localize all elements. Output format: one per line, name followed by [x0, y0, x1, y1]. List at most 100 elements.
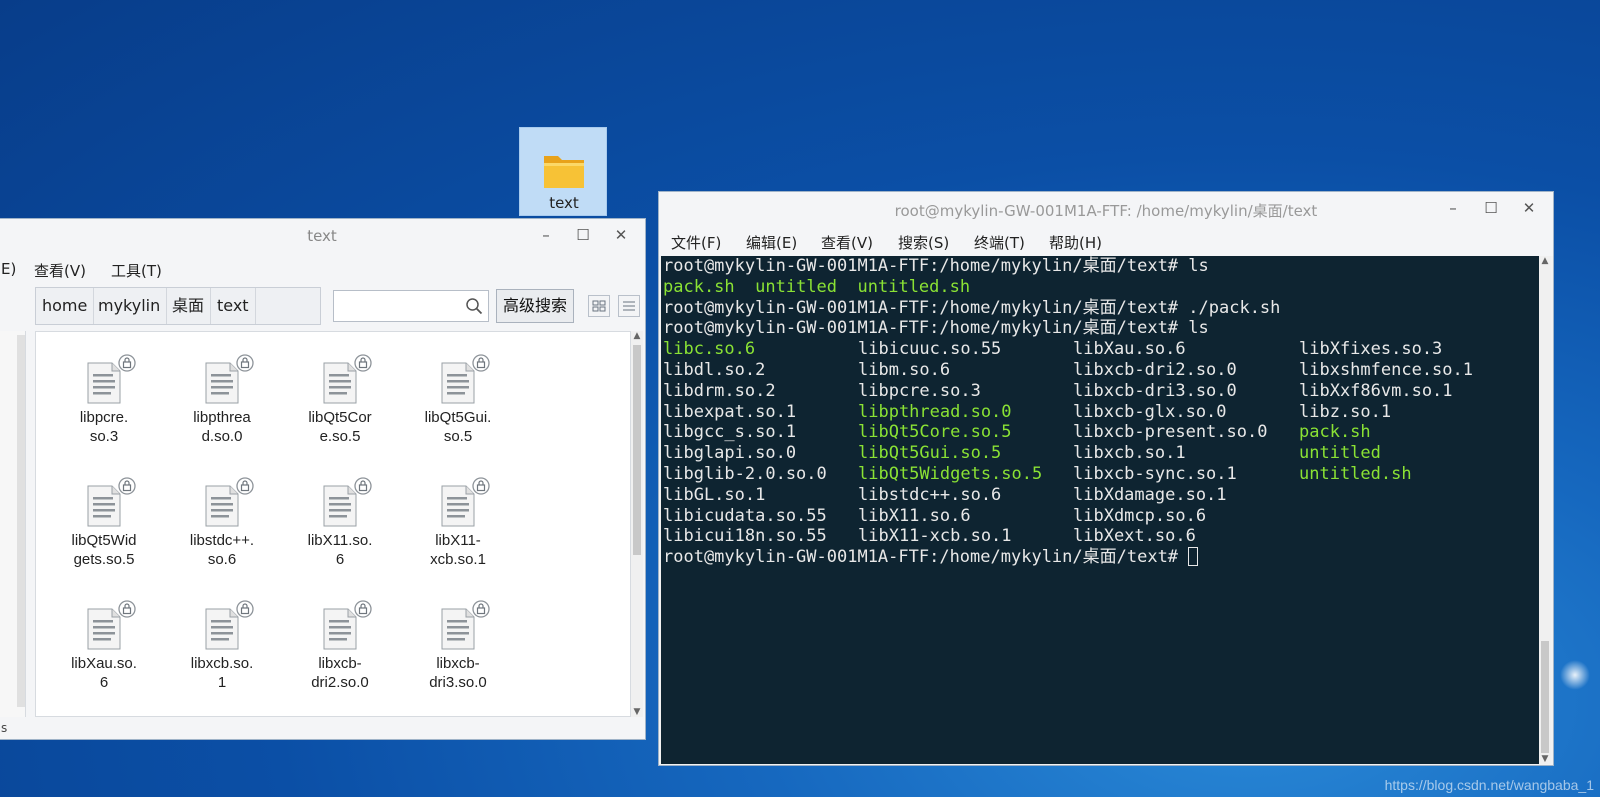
ls-entry: libXxf86vm.so.1	[1299, 380, 1453, 401]
file-manager-titlebar[interactable]: text – ☐ ✕	[0, 219, 645, 255]
document-icon	[205, 485, 239, 527]
menu-file[interactable]: 文件(F)	[671, 232, 721, 253]
ls-entry: libxcb-dri2.so.0	[1073, 360, 1237, 380]
document-icon	[441, 485, 475, 527]
close-button[interactable]: ✕	[611, 225, 631, 245]
lock-icon	[236, 354, 254, 372]
menu-view[interactable]: 查看(V)	[821, 232, 873, 253]
terminal-line-ls1: pack.sh untitled untitled.sh	[663, 277, 970, 298]
scroll-down-arrow[interactable]: ▼	[632, 707, 642, 717]
ls-entry: libicuuc.so.55	[858, 339, 1002, 360]
file-item[interactable]: libXau.so. 6	[54, 590, 154, 700]
desktop-folder-text[interactable]: text	[519, 127, 607, 216]
file-item[interactable]: libX11- xcb.so.1	[408, 467, 508, 577]
file-name-line: libstdc++.	[189, 532, 255, 549]
file-name-line: libpthrea	[193, 409, 251, 426]
lock-icon	[354, 477, 372, 495]
terminal-line-prompt: root@mykylin-GW-001M1A-FTF:/home/mykylin…	[663, 547, 1199, 568]
menu-tools[interactable]: 工具(T)	[111, 260, 162, 281]
terminal-scrollbar[interactable]: ▲ ▼	[1539, 256, 1551, 764]
terminal-scroll-down[interactable]: ▼	[1540, 754, 1550, 764]
minimize-button[interactable]: –	[536, 225, 556, 245]
file-view: libpcre. so.3 libpthrea d.so.0 libQt5Cor e.so…	[35, 331, 631, 717]
file-name-line: so.3	[89, 428, 119, 445]
document-icon	[205, 608, 239, 650]
lock-icon	[118, 477, 136, 495]
breadcrumb: home mykylin 桌面 text	[35, 287, 321, 325]
file-item[interactable]: libpcre. so.3	[54, 344, 154, 454]
file-item[interactable]: libstdc++. so.6	[172, 467, 272, 577]
ls-entry: libXfixes.so.3	[1299, 339, 1443, 360]
desktop: text text – ☐ ✕ E) 查看(V) 工具(T) home myky…	[0, 0, 1600, 797]
command: ./pack.sh	[1188, 297, 1281, 318]
search-icon	[466, 298, 483, 315]
file-item[interactable]: libxcb-dri2.so.0	[290, 590, 390, 700]
menu-search[interactable]: 搜索(S)	[898, 232, 949, 253]
terminal-screen[interactable]: root@mykylin-GW-001M1A-FTF:/home/mykylin…	[661, 256, 1539, 764]
icon-view-button[interactable]	[588, 295, 610, 317]
scroll-up-arrow[interactable]: ▲	[632, 331, 642, 341]
file-name-line: libX11-	[435, 532, 481, 549]
file-item[interactable]: libX11.so. 6	[290, 467, 390, 577]
side-panel-scrollbar[interactable]	[17, 335, 25, 707]
terminal-maximize-button[interactable]: ☐	[1481, 198, 1501, 218]
file-name: libQt5Gui. so.5	[408, 408, 508, 446]
crumb-desktop[interactable]: 桌面	[166, 288, 212, 324]
ls-entry: untitled	[755, 276, 838, 297]
file-name-line: libxcb.so.	[190, 655, 254, 672]
file-manager-window: text – ☐ ✕ E) 查看(V) 工具(T) home mykylin 桌…	[0, 218, 646, 740]
terminal-scroll-up[interactable]: ▲	[1540, 256, 1550, 266]
terminal-scroll-thumb[interactable]	[1541, 641, 1549, 753]
crumb-mykylin[interactable]: mykylin	[92, 288, 168, 324]
document-icon	[441, 608, 475, 650]
ls-entry: libxcb.so.1	[1073, 443, 1186, 464]
prompt: root@mykylin-GW-001M1A-FTF:/home/mykylin…	[663, 318, 1189, 339]
terminal-minimize-button[interactable]: –	[1443, 198, 1463, 218]
menu-edit[interactable]: E)	[1, 260, 16, 278]
terminal-titlebar[interactable]: root@mykylin-GW-001M1A-FTF: /home/mykyli…	[659, 192, 1553, 226]
file-name-line: libxcb-	[318, 655, 362, 672]
lock-icon	[472, 354, 490, 372]
file-name-line: e.so.5	[319, 428, 361, 445]
lock-icon	[236, 600, 254, 618]
search-input[interactable]	[333, 290, 489, 322]
file-item[interactable]: libpthrea d.so.0	[172, 344, 272, 454]
file-name: libQt5Wid gets.so.5	[54, 531, 154, 569]
maximize-button[interactable]: ☐	[573, 225, 593, 245]
menu-help[interactable]: 帮助(H)	[1049, 232, 1102, 253]
file-item[interactable]: libQt5Cor e.so.5	[290, 344, 390, 454]
terminal-line-cmd3: root@mykylin-GW-001M1A-FTF:/home/mykylin…	[663, 318, 1209, 339]
list-view-button[interactable]	[618, 295, 640, 317]
ls-entry: libz.so.1	[1299, 401, 1392, 422]
ls-entry: libexpat.so.1	[663, 401, 797, 422]
menu-terminal[interactable]: 终端(T)	[974, 232, 1025, 253]
file-view-scrollbar[interactable]: ▲ ▼	[631, 331, 643, 717]
menu-edit[interactable]: 编辑(E)	[746, 232, 797, 253]
ls-entry: libxcb-glx.so.0	[1073, 401, 1227, 422]
file-item[interactable]: libxcb.so. 1	[172, 590, 272, 700]
file-name-line: libQt5Cor	[308, 409, 372, 426]
ls-entry: pack.sh	[1299, 422, 1371, 443]
side-panel	[0, 331, 26, 717]
crumb-home[interactable]: home	[36, 288, 95, 324]
prompt: root@mykylin-GW-001M1A-FTF:/home/mykylin…	[663, 256, 1189, 276]
ls-entry: libQt5Core.so.5	[858, 422, 1012, 443]
scroll-thumb[interactable]	[633, 345, 641, 555]
terminal-close-button[interactable]: ✕	[1519, 198, 1539, 218]
file-item[interactable]: libxcb-dri3.so.0	[408, 590, 508, 700]
advanced-search-button[interactable]: 高级搜索	[496, 289, 574, 323]
menu-view[interactable]: 查看(V)	[34, 260, 86, 281]
document-icon	[87, 485, 121, 527]
watermark: https://blog.csdn.net/wangbaba_1	[1384, 777, 1594, 793]
lock-icon	[354, 600, 372, 618]
ls-entry: libQt5Gui.so.5	[858, 443, 1002, 464]
file-name-line: dri2.so.0	[311, 674, 369, 691]
folder-icon	[544, 156, 584, 188]
crumb-text[interactable]: text	[211, 288, 256, 324]
document-icon	[87, 608, 121, 650]
ls-entry: libX11.so.6	[858, 505, 971, 526]
lock-icon	[354, 354, 372, 372]
file-item[interactable]: libQt5Wid gets.so.5	[54, 467, 154, 577]
file-item[interactable]: libQt5Gui. so.5	[408, 344, 508, 454]
lock-icon	[472, 477, 490, 495]
